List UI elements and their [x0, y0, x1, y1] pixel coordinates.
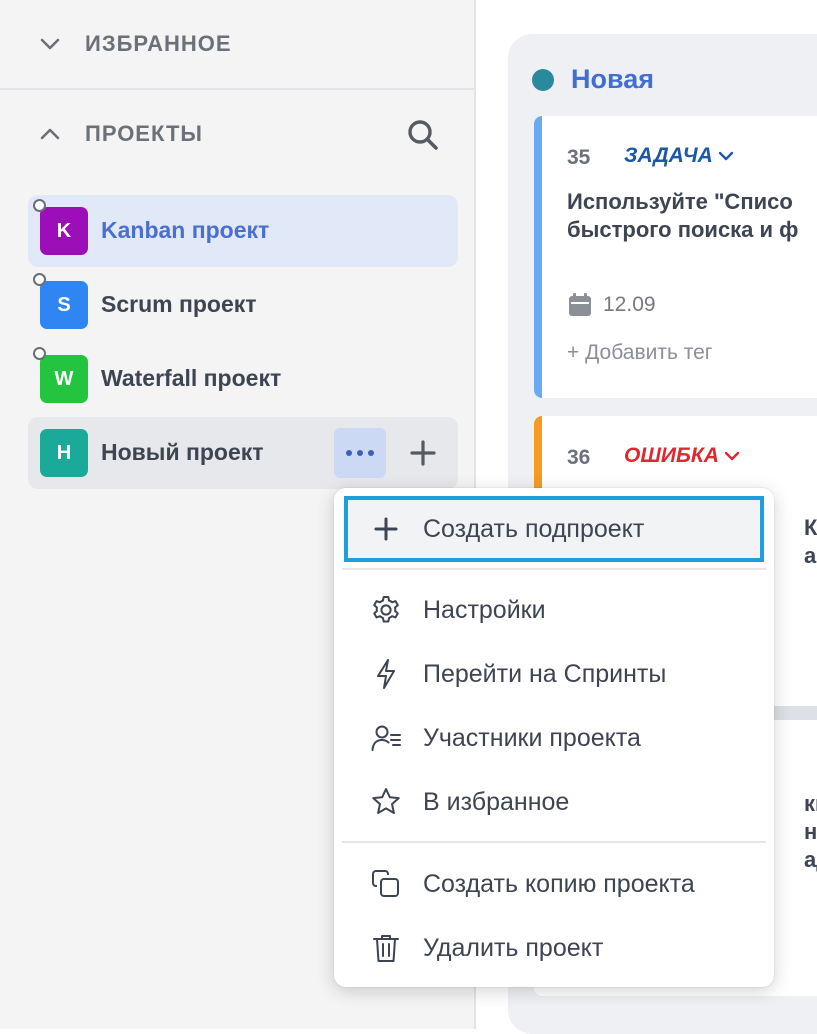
copy-icon	[370, 868, 402, 900]
favorites-section-header[interactable]: ИЗБРАННОЕ	[0, 0, 474, 90]
project-avatar: K	[40, 207, 88, 255]
project-name: Новый проект	[101, 439, 264, 465]
menu-item-add-to-favorites[interactable]: В избранное	[344, 773, 764, 831]
status-dot	[33, 199, 46, 212]
menu-item-label: Создать копию проекта	[423, 869, 695, 898]
card-number: 35	[567, 146, 591, 169]
menu-item-go-to-sprints[interactable]: Перейти на Спринты	[344, 645, 764, 703]
project-name: Waterfall проект	[101, 365, 282, 391]
sidebar-item-new-project[interactable]: Н Новый проект	[28, 417, 458, 489]
add-subproject-plus-icon[interactable]	[408, 438, 438, 468]
menu-item-copy-project[interactable]: Создать копию проекта	[344, 855, 764, 913]
gear-icon	[370, 594, 402, 626]
dot-icon	[368, 450, 374, 456]
users-list-icon	[370, 722, 402, 754]
menu-item-label: В избранное	[423, 787, 570, 816]
card-title: Используйте "Списо быстрого поиска и ф	[567, 188, 798, 244]
chevron-down-icon	[724, 451, 740, 461]
projects-label: ПРОЕКТЫ	[85, 121, 203, 146]
card-title-line: быстрого поиска и ф	[567, 217, 799, 242]
project-name: Scrum проект	[101, 291, 257, 317]
add-tag-link[interactable]: + Добавить тег	[567, 341, 712, 365]
card-title-line: адач	[804, 847, 817, 872]
card-title-line: Используйте "Списо	[567, 189, 793, 214]
project-avatar: S	[40, 281, 88, 329]
menu-item-label: Перейти на Спринты	[423, 659, 667, 688]
menu-item-project-members[interactable]: Участники проекта	[344, 709, 764, 767]
sidebar-item-waterfall-project[interactable]: W Waterfall проект	[28, 343, 458, 415]
more-options-button[interactable]	[334, 428, 386, 478]
menu-item-create-subproject[interactable]: Создать подпроект	[344, 496, 764, 562]
menu-item-settings[interactable]: Настройки	[344, 581, 764, 639]
status-dot	[33, 273, 46, 286]
card-type-dropdown[interactable]: ЗАДАЧА	[624, 144, 735, 168]
card-title-line: ного	[804, 819, 817, 844]
column-title: Новая	[571, 64, 655, 94]
star-icon	[370, 786, 402, 818]
card-color-bar	[534, 116, 542, 398]
menu-item-label: Создать подпроект	[423, 514, 645, 543]
column-status-dot	[532, 68, 554, 91]
card-title-line: ации	[804, 543, 817, 568]
card-type-label: ОШИБКА	[624, 444, 719, 467]
column-header: Новая	[532, 64, 654, 95]
status-dot	[33, 347, 46, 360]
card-title: кци ного адач	[804, 790, 817, 874]
menu-item-label: Участники проекта	[423, 723, 641, 752]
dot-icon	[346, 450, 352, 456]
menu-item-label: Настройки	[423, 595, 546, 624]
projects-section-header[interactable]: ПРОЕКТЫ	[0, 90, 474, 178]
card-date-text: 12.09	[603, 293, 656, 316]
chevron-down-icon[interactable]	[38, 32, 62, 56]
card-title-line: Клон	[804, 515, 817, 540]
project-avatar: W	[40, 355, 88, 403]
project-name: Kanban проект	[101, 217, 270, 243]
card-number: 36	[567, 446, 591, 469]
menu-separator	[342, 841, 766, 843]
project-context-menu: Создать подпроект Настройки Перейти на С…	[334, 488, 774, 987]
card-type-label: ЗАДАЧА	[624, 144, 713, 167]
card-title-line: кци	[804, 791, 817, 816]
dot-icon	[357, 450, 363, 456]
menu-item-label: Удалить проект	[423, 933, 604, 962]
card-title: Клон ации	[804, 514, 817, 570]
chevron-down-icon	[718, 151, 733, 161]
menu-separator	[342, 568, 766, 570]
sidebar-item-kanban-project[interactable]: K Kanban проект	[28, 195, 458, 267]
task-card[interactable]: 35 ЗАДАЧА Используйте "Списо быстрого по…	[534, 116, 817, 398]
sidebar-item-scrum-project[interactable]: S Scrum проект	[28, 269, 458, 341]
trash-icon	[370, 932, 402, 964]
card-due-date[interactable]: 12.09	[567, 292, 656, 318]
favorites-label: ИЗБРАННОЕ	[85, 31, 232, 56]
plus-icon	[370, 513, 402, 545]
card-type-dropdown[interactable]: ОШИБКА	[624, 444, 741, 468]
search-icon[interactable]	[405, 117, 441, 153]
project-avatar: Н	[40, 429, 88, 477]
lightning-icon	[370, 658, 402, 690]
menu-item-delete-project[interactable]: Удалить проект	[344, 919, 764, 977]
chevron-up-icon[interactable]	[38, 122, 62, 146]
calendar-icon	[569, 293, 591, 316]
